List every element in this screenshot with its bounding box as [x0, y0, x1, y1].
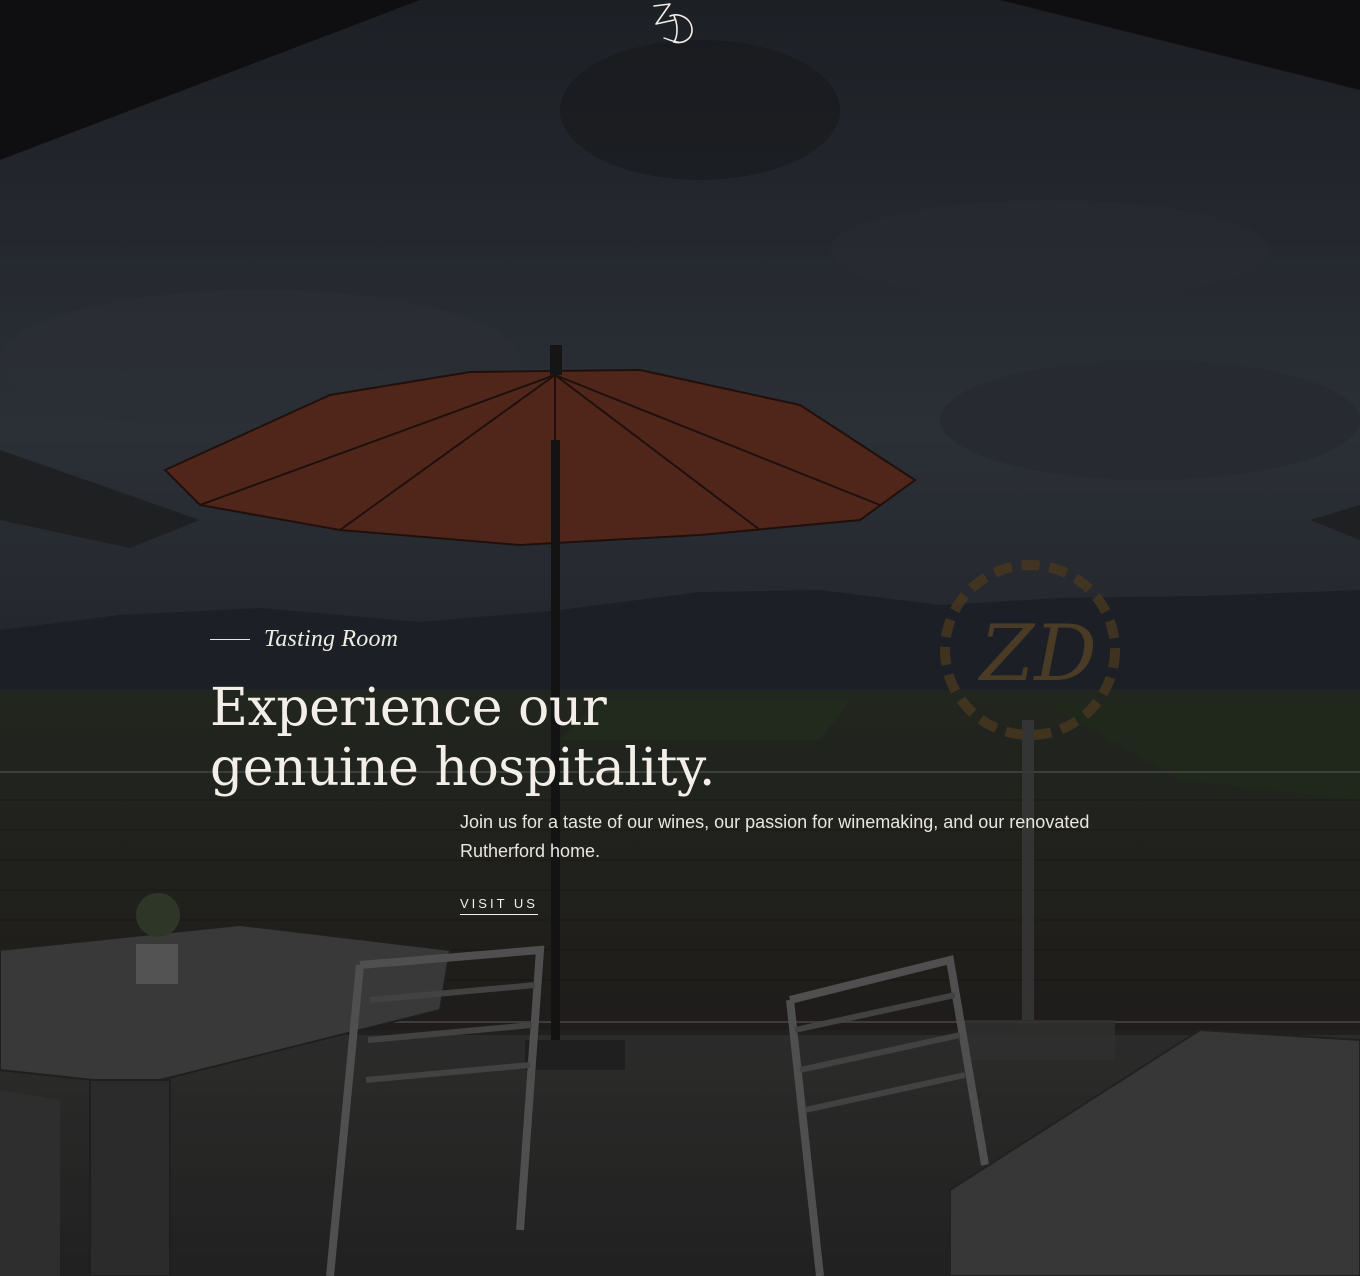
eyebrow-rule	[210, 638, 250, 640]
hero-body-block: Join us for a taste of our wines, our pa…	[460, 808, 1100, 915]
eyebrow-label: Tasting Room	[264, 625, 399, 652]
hero-headline-line2: genuine hospitality.	[210, 738, 715, 798]
visit-us-link[interactable]: VISIT US	[460, 896, 538, 915]
hero-content: Tasting Room Experience our genuine hosp…	[210, 624, 1110, 798]
hero-body-text: Join us for a taste of our wines, our pa…	[460, 812, 1090, 861]
hero-headline-line1: Experience our	[210, 678, 607, 738]
hero-section: ZD Tasting Room Experience our genuine h…	[0, 0, 1360, 1276]
eyebrow: Tasting Room	[210, 624, 1110, 654]
zd-monogram-icon[interactable]	[648, 0, 700, 48]
hero-headline: Experience our genuine hospitality.	[210, 678, 1110, 798]
